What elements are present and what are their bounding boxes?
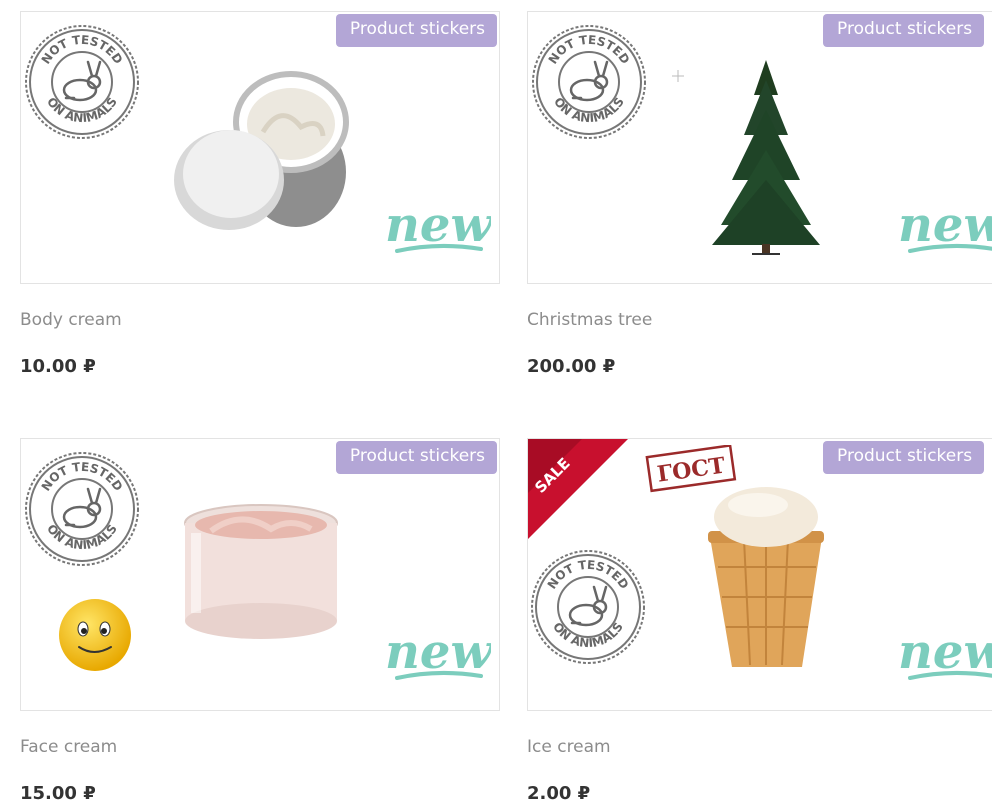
new-sticker-icon: new xyxy=(385,199,491,253)
product-name[interactable]: Ice cream xyxy=(527,736,992,758)
product-stickers-badge[interactable]: Product stickers xyxy=(335,14,497,47)
gost-stamp-icon: ГОСТ xyxy=(645,445,737,493)
product-name[interactable]: Christmas tree xyxy=(527,309,992,331)
product-stickers-badge[interactable]: Product stickers xyxy=(335,441,497,474)
product-card[interactable]: NOT TESTED ON ANIMALS Product stickers n… xyxy=(20,438,500,806)
svg-text:NOT TESTED: NOT TESTED xyxy=(546,33,633,67)
product-name[interactable]: Face cream xyxy=(20,736,500,758)
product-image[interactable]: NOT TESTED ON ANIMALS Product stickers n… xyxy=(20,11,500,284)
product-card[interactable]: SALE ГОСТ NOT TESTED ON ANIMALS Product … xyxy=(527,438,992,806)
smiley-sticker-icon xyxy=(59,599,131,671)
product-name[interactable]: Body cream xyxy=(20,309,500,331)
product-stickers-badge[interactable]: Product stickers xyxy=(823,441,985,474)
product-price: 200.00 ₽ xyxy=(527,356,616,377)
product-price: 10.00 ₽ xyxy=(20,356,96,377)
christmas-tree-image xyxy=(672,60,820,255)
product-price: 15.00 ₽ xyxy=(20,783,96,804)
product-card[interactable]: NOT TESTED ON ANIMALS Product stickers n… xyxy=(527,11,992,379)
sale-ribbon-icon: SALE xyxy=(528,439,628,539)
product-stickers-badge[interactable]: Product stickers xyxy=(823,14,985,47)
product-image[interactable]: SALE ГОСТ NOT TESTED ON ANIMALS Product … xyxy=(527,438,992,711)
product-image[interactable]: NOT TESTED ON ANIMALS Product stickers n… xyxy=(20,438,500,711)
product-price: 2.00 ₽ xyxy=(527,783,591,804)
face-cream-jar-image xyxy=(184,504,338,639)
new-sticker-icon: new xyxy=(898,626,992,680)
not-tested-on-animals-stamp-icon: NOT TESTED ON ANIMALS xyxy=(25,452,139,566)
new-sticker-icon: new xyxy=(385,626,491,680)
not-tested-on-animals-stamp-icon: NOT TESTED ON ANIMALS xyxy=(25,25,139,139)
svg-text:NOT TESTED: NOT TESTED xyxy=(39,33,126,67)
not-tested-on-animals-stamp-icon: NOT TESTED ON ANIMALS xyxy=(531,550,645,664)
svg-text:NOT TESTED: NOT TESTED xyxy=(39,460,126,494)
product-image[interactable]: NOT TESTED ON ANIMALS Product stickers n… xyxy=(527,11,992,284)
product-card[interactable]: NOT TESTED ON ANIMALS Product stickers n… xyxy=(20,11,500,379)
not-tested-on-animals-stamp-icon: NOT TESTED ON ANIMALS xyxy=(532,25,646,139)
body-cream-jar-image xyxy=(174,71,349,230)
ice-cream-cone-image xyxy=(708,487,824,667)
svg-text:NOT TESTED: NOT TESTED xyxy=(545,558,632,592)
new-sticker-icon: new xyxy=(898,199,992,253)
